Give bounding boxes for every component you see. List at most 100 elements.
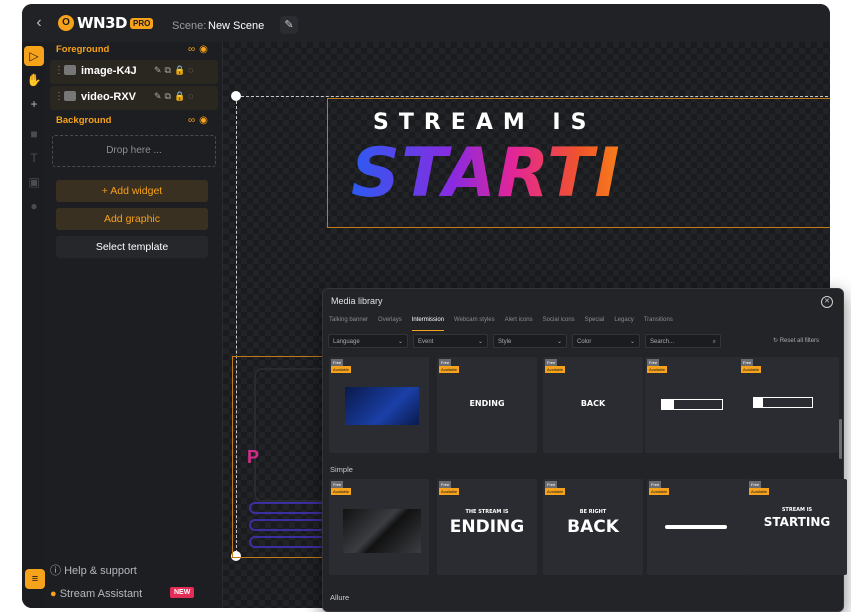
tool-text[interactable]: T xyxy=(24,148,44,168)
free-badge: Free xyxy=(649,481,662,488)
tool-square[interactable]: ■ xyxy=(24,124,44,144)
add-tool[interactable]: + xyxy=(24,94,44,114)
tab-social-icons[interactable]: Social icons xyxy=(543,317,575,331)
scrollbar[interactable] xyxy=(839,419,842,459)
available-badge: Available xyxy=(331,366,352,373)
eye-icon[interactable]: ◉ xyxy=(199,44,212,55)
free-badge: Free xyxy=(545,481,558,488)
add-widget-button[interactable]: + Add widget xyxy=(56,180,208,202)
available-badge: Available xyxy=(749,488,770,495)
plus-icon: + xyxy=(30,97,38,111)
template-tile[interactable]: Free Available THE STREAM IS ENDING xyxy=(437,479,537,575)
resize-handle[interactable] xyxy=(231,91,241,101)
question-icon: ⓘ xyxy=(50,565,65,577)
reset-icon: ↻ xyxy=(773,338,780,344)
free-badge: Free xyxy=(749,481,762,488)
assistant-icon: ● xyxy=(50,588,60,600)
pro-badge: PRO xyxy=(130,17,154,29)
tile-preview xyxy=(343,509,421,553)
link-icon[interactable]: ∞ xyxy=(188,115,199,126)
layer-actions[interactable]: ✎⧉🔒◌ xyxy=(154,65,197,76)
image-icon xyxy=(64,65,76,75)
lower-third-letter: P xyxy=(247,447,260,467)
eye-icon[interactable]: ◉ xyxy=(199,115,212,126)
available-badge: Available xyxy=(741,366,762,373)
video-icon xyxy=(64,91,76,101)
tab-intermission[interactable]: Intermission xyxy=(411,317,445,331)
free-badge: Free xyxy=(647,359,660,366)
hand-icon: ✋ xyxy=(26,73,42,87)
tab-talking-banner[interactable]: Talking banner xyxy=(329,317,368,331)
chevron-down-icon: ⌄ xyxy=(397,339,403,345)
tool-circle[interactable]: ● xyxy=(24,196,44,216)
square-icon: ■ xyxy=(30,127,38,141)
select-template-button[interactable]: Select template xyxy=(56,236,208,258)
style-select[interactable]: Style ⌄ xyxy=(493,334,567,348)
media-tabs: Talking banner Overlays Intermission Web… xyxy=(329,317,673,331)
layers-icon: ≡ xyxy=(31,573,39,585)
drop-zone[interactable]: Drop here ... xyxy=(52,135,216,167)
tool-image[interactable]: ▣ xyxy=(24,172,44,192)
layer-actions[interactable]: ✎⧉🔒◌ xyxy=(154,91,197,102)
tab-transitions[interactable]: Transitions xyxy=(644,317,673,331)
language-label: Language xyxy=(333,339,360,345)
tab-overlays[interactable]: Overlays xyxy=(378,317,402,331)
help-support-link[interactable]: ⓘ Help & support xyxy=(50,562,137,578)
layers-panel: Foreground ∞◉ ⋮⋮ image-K4J ✎⧉🔒◌ ⋮⋮ video… xyxy=(25,42,223,608)
template-tile[interactable]: Free Available xyxy=(647,479,747,575)
close-button[interactable]: ✕ xyxy=(821,296,833,308)
edit-scene-button[interactable]: ✎ xyxy=(280,16,298,34)
link-icon[interactable]: ∞ xyxy=(188,44,199,55)
foreground-actions[interactable]: ∞◉ xyxy=(188,44,212,55)
media-library-dialog: Media library ✕ Talking banner Overlays … xyxy=(322,288,847,612)
layers-tab-button[interactable]: ≡ xyxy=(25,569,45,589)
tab-alert-icons[interactable]: Alert icons xyxy=(505,317,533,331)
available-badge: Available xyxy=(647,366,668,373)
back-button[interactable]: ‹ xyxy=(28,12,50,34)
tile-caption: BACK xyxy=(580,399,606,408)
chevron-down-icon: ⌄ xyxy=(629,339,635,345)
filter-bar: Language ⌄ Event ⌄ Style ⌄ Color ⌄ Search...… xyxy=(328,334,838,350)
add-graphic-button[interactable]: Add graphic xyxy=(56,208,208,230)
logo-text: WN3D xyxy=(77,14,128,32)
template-tile[interactable]: Free Available xyxy=(329,479,429,575)
reset-filters-button[interactable]: ↻ Reset all filters xyxy=(773,334,819,348)
template-tile[interactable]: Free Available ENDING xyxy=(437,357,537,453)
template-tile[interactable]: Free Available xyxy=(645,357,745,453)
template-tile[interactable]: Free Available BE RIGHT BACK xyxy=(543,479,643,575)
layer-item[interactable]: ⋮⋮ video-RXV ✎⧉🔒◌ xyxy=(50,86,218,110)
cursor-tool[interactable]: ▷ xyxy=(24,46,44,66)
help-label: Help & support xyxy=(64,565,137,577)
background-actions[interactable]: ∞◉ xyxy=(188,115,212,126)
media-library-title: Media library xyxy=(331,296,383,306)
layer-name: video-RXV xyxy=(81,91,137,103)
template-tile[interactable]: Free Available xyxy=(739,357,839,453)
search-input[interactable]: Search... ⌕ xyxy=(645,334,721,348)
scene-name[interactable]: New Scene xyxy=(208,20,264,32)
layer-item[interactable]: ⋮⋮ image-K4J ✎⧉🔒◌ xyxy=(50,60,218,84)
background-header: Background xyxy=(56,115,112,126)
new-badge: NEW xyxy=(170,587,195,598)
free-badge: Free xyxy=(331,359,344,366)
template-tile[interactable]: Free Available xyxy=(329,357,429,453)
free-badge: Free xyxy=(439,359,452,366)
tab-special[interactable]: Special xyxy=(585,317,605,331)
progress-bar-preview xyxy=(753,397,813,408)
language-select[interactable]: Language ⌄ xyxy=(328,334,408,348)
section-simple-title: Simple xyxy=(330,465,353,474)
chevron-down-icon: ⌄ xyxy=(477,339,483,345)
tab-legacy[interactable]: Legacy xyxy=(614,317,633,331)
color-select[interactable]: Color ⌄ xyxy=(572,334,640,348)
stream-assistant-link[interactable]: ● Stream Assistant xyxy=(50,588,142,600)
template-tile[interactable]: Free Available STREAM IS STARTING xyxy=(747,479,847,575)
top-bar: ‹ O WN3D PRO Scene: New Scene ✎ xyxy=(22,4,830,43)
available-badge: Available xyxy=(649,488,670,495)
search-icon: ⌕ xyxy=(712,339,716,345)
tile-subcaption: THE STREAM IS xyxy=(465,509,509,515)
template-tile[interactable]: Free Available BACK xyxy=(543,357,643,453)
tool-strip: ▷ ✋ + ■ T ▣ ● xyxy=(22,42,47,608)
event-select[interactable]: Event ⌄ xyxy=(413,334,488,348)
hand-tool[interactable]: ✋ xyxy=(24,70,44,90)
cursor-icon: ▷ xyxy=(29,49,39,63)
tab-webcam-styles[interactable]: Webcam styles xyxy=(454,317,495,331)
